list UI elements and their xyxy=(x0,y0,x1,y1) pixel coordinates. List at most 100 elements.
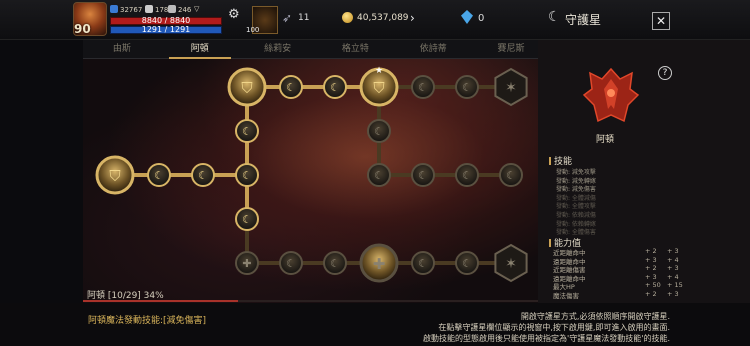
trophy-icon: ▽ xyxy=(194,5,200,13)
constellation-graph: ⛉ ☾ ☾ ☾☾☾⛉ ☾ ☾ ⛉★☾ ☾ ✶☾☾ ☾ ☾ ☾✚ ☾ ☾ ✚ ☾ ☾ ✶ xyxy=(95,66,528,283)
constellation-node[interactable]: ✚ xyxy=(235,251,259,275)
constellation-node[interactable]: ⛉★ xyxy=(359,66,399,107)
tab-1[interactable]: 阿頓 xyxy=(161,40,239,59)
tab-4[interactable]: 依詩蒂 xyxy=(394,40,472,58)
moon-icon: ☾ xyxy=(198,169,208,182)
constellation-node[interactable]: ☾ xyxy=(411,163,435,187)
tab-2[interactable]: 絲莉安 xyxy=(239,40,317,58)
moon-icon: ☾ xyxy=(330,257,340,270)
gear-icon[interactable]: ⚙ xyxy=(228,8,242,22)
help-text: 開啟守護星方式,必須依照順序開啟守護星. 在點擊守護星欄位顯示的視窗中,按下啟用… xyxy=(423,311,670,344)
stat-b: 178 xyxy=(145,5,168,14)
constellation-node[interactable]: ☾ xyxy=(455,75,479,99)
stat-b: + 4 xyxy=(667,255,679,264)
stat-a: + 2 xyxy=(645,290,657,298)
constellation-node[interactable]: ☾ xyxy=(279,251,303,275)
hex-emblem-icon: ✶ xyxy=(505,80,517,96)
constellation-node[interactable]: ☾ xyxy=(367,163,391,187)
moon-icon: ☾ xyxy=(154,169,164,182)
constellation-node[interactable]: ☾ xyxy=(411,75,435,99)
active-skill-text: 阿頓魔法發動技能:[減免傷害] xyxy=(88,316,207,326)
help-button[interactable]: ? xyxy=(658,66,672,80)
constellation-node[interactable]: ☾ xyxy=(235,119,259,143)
stat-row: 魔法傷害 + 2 + 3 xyxy=(553,290,703,300)
stat-a: + 50 xyxy=(645,281,661,290)
moon-icon: ☾ xyxy=(286,81,296,94)
progress-bar xyxy=(83,300,538,302)
shield-crest-icon: ⛉ xyxy=(241,79,252,97)
gold-amount: 40,537,089 xyxy=(357,13,409,23)
item-slot-count: 100 xyxy=(246,26,260,34)
stat-a: + 3 xyxy=(645,272,657,281)
moon-icon: ☾ xyxy=(374,125,384,138)
skills-title: 技能 xyxy=(549,154,572,167)
character-level: 90 xyxy=(74,22,91,36)
close-button[interactable]: ✕ xyxy=(652,12,670,30)
constellation-node[interactable]: ☾ xyxy=(235,207,259,231)
help-line: 啟動技能的型態啟用後只能使用被指定為'守護星魔法發動技能'的技能. xyxy=(423,334,670,343)
shield-crest-icon: ⛉ xyxy=(373,79,384,97)
constellation-board: ⛉ ☾ ☾ ☾ ☾ ☾ ⛉ ☾ ☾ ⛉ ★ ☾ ☾ ✶ ☾ ☾ ☾ ☾ ☾ ✚ ☾ ☾ ✚ ☾ ☾ ✶ xyxy=(83,59,538,303)
feather-count: 11 xyxy=(298,13,310,23)
chevron-right-icon[interactable]: › xyxy=(410,11,422,25)
close-icon: ✕ xyxy=(655,14,667,28)
constellation-node[interactable]: ☾ xyxy=(323,251,347,275)
star-icon: ★ xyxy=(375,66,383,76)
top-bar: 90 32767 178 246 ▽ 8840 / 8840 1291 / 12… xyxy=(0,0,750,40)
help-line: 在點擊守護星欄位顯示的視窗中,按下啟用鍵,即可進入啟用的畫面. xyxy=(438,323,670,332)
constellation-node[interactable]: ☾ xyxy=(191,163,215,187)
mp-value: 1291 / 1291 xyxy=(141,25,191,34)
stat-a: 32767 xyxy=(110,5,142,14)
stat-a: + 2 xyxy=(645,264,657,273)
constellation-node[interactable]: ⛉ xyxy=(227,67,267,107)
moon-icon: ☾ xyxy=(462,257,472,270)
constellation-node[interactable]: ☾ xyxy=(235,163,259,187)
gem-count: 0 xyxy=(478,13,485,24)
hp-bar: 8840 / 8840 xyxy=(110,16,222,25)
plus-icon: ✚ xyxy=(373,255,386,273)
feather-icon: ➶ xyxy=(282,11,293,25)
constellation-node[interactable]: ☾ xyxy=(455,251,479,275)
moon-icon: ☾ xyxy=(418,81,428,94)
guardian-emblem xyxy=(582,67,640,123)
constellation-node[interactable]: ☾ xyxy=(367,119,391,143)
armor-icon xyxy=(168,5,176,13)
constellation-node[interactable]: ⛉ xyxy=(95,155,135,195)
stat-b: + 15 xyxy=(667,281,683,290)
constellation-node[interactable]: ☾ xyxy=(455,163,479,187)
hp-value: 8840 / 8840 xyxy=(141,16,191,25)
guardian-name: 阿頓 xyxy=(596,135,615,145)
hex-emblem-icon: ✶ xyxy=(505,256,517,272)
question-icon: ? xyxy=(662,68,668,78)
constellation-node[interactable]: ✶ xyxy=(494,67,528,107)
moon-icon: ☾ xyxy=(418,257,428,270)
moon-icon: ☾ xyxy=(418,169,428,182)
constellation-node[interactable]: ☾ xyxy=(411,251,435,275)
help-line: 開啟守護星方式,必須依照順序開啟守護星. xyxy=(520,312,670,321)
constellation-node[interactable]: ✚ xyxy=(359,243,399,283)
moon-icon: ☾ xyxy=(506,169,516,182)
progress-fill xyxy=(83,300,238,302)
shield-crest-icon: ⛉ xyxy=(109,167,120,185)
page-title: 守護星 xyxy=(565,13,602,27)
moon-icon: ☾ xyxy=(462,81,472,94)
constellation-node[interactable]: ☾ xyxy=(323,75,347,99)
moon-icon: ☾ xyxy=(242,125,252,138)
stat-name: 魔法傷害 xyxy=(553,292,579,300)
tab-3[interactable]: 格立特 xyxy=(316,40,394,58)
constellation-node[interactable]: ☾ xyxy=(279,75,303,99)
stat-c-value: 246 xyxy=(178,6,192,14)
tab-0[interactable]: 由斯 xyxy=(83,40,161,58)
stat-a-value: 32767 xyxy=(120,6,143,14)
constellation-node[interactable]: ☾ xyxy=(147,163,171,187)
constellation-node[interactable]: ☾ xyxy=(499,163,523,187)
moon-icon: ☾ xyxy=(330,81,340,94)
plus-icon: ✚ xyxy=(242,257,251,270)
stat-a: + 2 xyxy=(645,247,657,255)
moon-icon: ☾ xyxy=(286,257,296,270)
gold-coin-icon xyxy=(342,12,353,23)
constellation-node[interactable]: ✶ xyxy=(494,243,528,283)
sword-icon xyxy=(145,5,153,13)
stat-b: + 3 xyxy=(667,247,679,255)
guardian-star-icon: ☾ xyxy=(548,9,561,25)
